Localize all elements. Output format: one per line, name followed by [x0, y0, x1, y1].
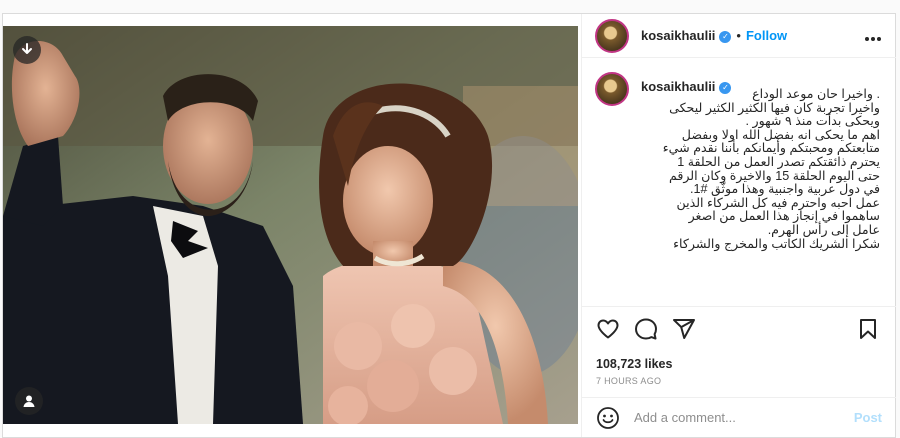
post-header: kosaikhaulii ✓ • Follow	[582, 14, 896, 58]
download-button[interactable]	[13, 36, 41, 64]
download-icon	[22, 43, 32, 54]
action-bar	[582, 306, 896, 350]
separator: •	[736, 28, 741, 43]
post-timestamp[interactable]: 7 HOURS AGO	[596, 376, 661, 386]
username[interactable]: kosaikhaulii	[641, 28, 715, 43]
share-button[interactable]	[672, 317, 698, 343]
more-icon	[865, 37, 881, 41]
likes-count[interactable]: 108,723 likes	[596, 357, 672, 371]
heart-icon	[597, 319, 619, 339]
follow-button[interactable]: Follow	[746, 28, 787, 43]
comment-button[interactable]	[634, 317, 660, 343]
page-background: kosaikhaulii ✓ • Follow kosaikhaulii ✓ . واخ…	[0, 0, 900, 438]
post-media[interactable]	[3, 26, 578, 424]
comment-input[interactable]	[634, 410, 834, 425]
post-card: kosaikhaulii ✓ • Follow kosaikhaulii ✓ . واخ…	[2, 13, 896, 438]
share-icon	[673, 319, 695, 339]
more-options-button[interactable]	[864, 34, 882, 42]
comment-icon	[635, 318, 657, 340]
caption-text: . واخيرا حان موعد الوداع واخيرا تجربة كا…	[662, 87, 880, 251]
avatar[interactable]	[595, 19, 629, 53]
post-photo	[3, 26, 578, 424]
comment-bar: Post	[582, 397, 896, 437]
tagged-users-button[interactable]	[15, 387, 43, 415]
like-button[interactable]	[596, 317, 622, 343]
save-button[interactable]	[856, 317, 882, 343]
emoji-icon	[597, 407, 619, 429]
caption-area: kosaikhaulii ✓ . واخيرا حان موعد الوداع و…	[582, 62, 896, 302]
verified-badge-icon: ✓	[719, 31, 732, 43]
post-sidebar: kosaikhaulii ✓ • Follow kosaikhaulii ✓ . واخ…	[581, 14, 896, 437]
user-tag-icon	[23, 395, 35, 407]
emoji-button[interactable]	[596, 406, 620, 430]
bookmark-icon	[860, 319, 876, 339]
post-comment-button[interactable]: Post	[854, 410, 882, 425]
